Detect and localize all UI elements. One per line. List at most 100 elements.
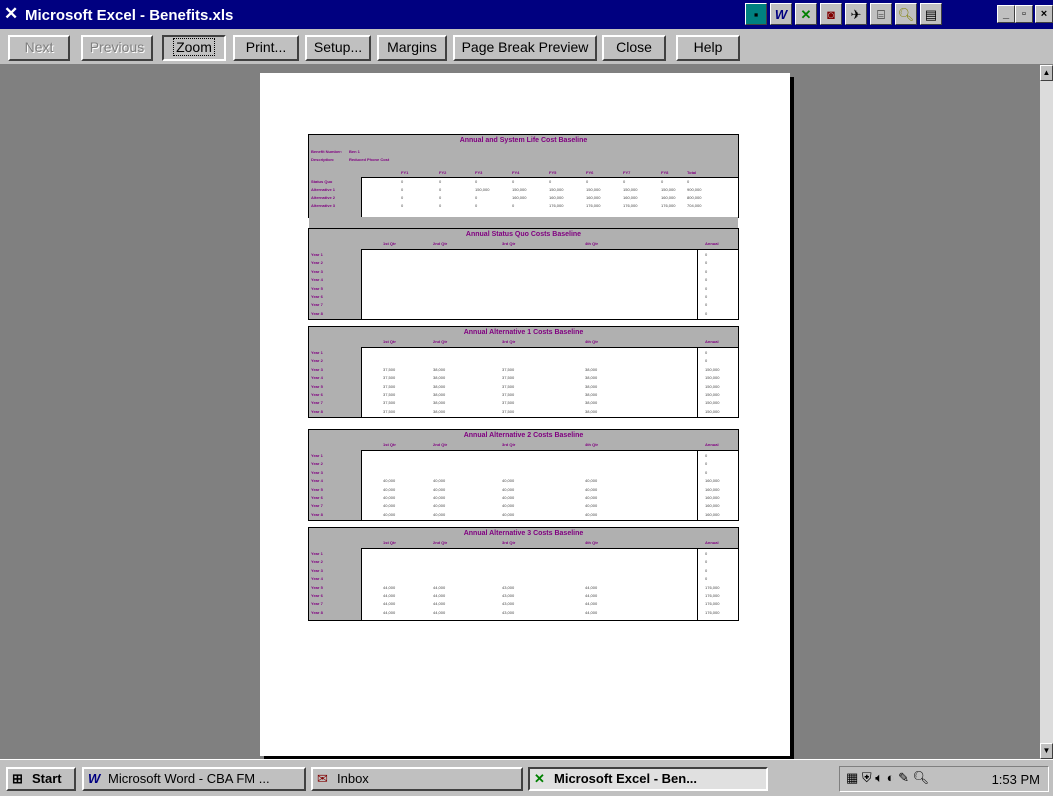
help-label: Help <box>693 39 723 55</box>
next-button[interactable]: Next <box>8 35 70 61</box>
year-label: Year 7 <box>311 601 323 607</box>
margins-label: Margins <box>387 39 437 55</box>
powerpoint-icon[interactable]: ◙ <box>820 3 842 25</box>
task-inbox[interactable]: ✉ Inbox <box>311 767 523 791</box>
benefit-number-value: Ben 1 <box>349 149 360 154</box>
word-icon[interactable]: W <box>770 3 792 25</box>
cost-cell: 37,500 <box>502 408 515 414</box>
zoom-button[interactable]: Zoom <box>162 35 226 61</box>
scroll-down-arrow-icon[interactable]: ▼ <box>1040 743 1053 759</box>
cost-cell: 40,000 <box>383 495 396 500</box>
summary-cell: 150,000 <box>586 187 601 192</box>
page-break-preview-label: Page Break Preview <box>461 39 589 55</box>
year-label: Year 4 <box>311 277 323 283</box>
summary-row-label: Alternative 2 <box>311 195 336 200</box>
margins-button[interactable]: Margins <box>377 35 447 61</box>
cost-cell: 43,000 <box>502 601 515 607</box>
quarter-header: 2nd Qtr <box>433 442 448 447</box>
scroll-up-arrow-icon[interactable]: ▲ <box>1040 65 1053 81</box>
year-label: Year 8 <box>311 310 323 316</box>
task-word[interactable]: W Microsoft Word - CBA FM ... <box>82 767 306 791</box>
summary-cell: 0 <box>401 179 404 184</box>
summary-cell: 0 <box>439 187 442 192</box>
close-window-button[interactable]: × <box>1035 5 1053 23</box>
cost-cell: 38,000 <box>433 400 446 406</box>
cost-cell: 38,000 <box>433 408 446 414</box>
previous-button[interactable]: Previous <box>81 35 153 61</box>
cost-cell: 40,000 <box>502 486 515 492</box>
cost-cell: 0 <box>705 461 708 467</box>
year-label: Year 3 <box>311 268 323 274</box>
cost-cell: 0 <box>705 310 708 316</box>
restore-button[interactable]: ▫ <box>1015 5 1033 23</box>
window-title: Microsoft Excel - Benefits.xls <box>25 7 234 24</box>
cost-cell: 0 <box>705 350 708 355</box>
summary-cell: 160,000 <box>549 195 564 200</box>
bookshelf-icon[interactable]: ▤ <box>920 3 942 25</box>
year-label: Year 5 <box>311 584 323 590</box>
minimize-button[interactable]: _ <box>997 5 1015 23</box>
cost-cell: 150,000 <box>705 366 720 372</box>
cost-cell: 0 <box>705 302 708 308</box>
cost-cell: 40,000 <box>433 478 446 484</box>
preview-page[interactable]: Annual and System Life Cost Baseline Bene… <box>260 73 790 756</box>
cost-cell: 40,000 <box>383 486 396 492</box>
find-icon[interactable]: 🔍︎ <box>895 3 917 25</box>
cost-cell: 40,000 <box>433 486 446 492</box>
cost-section: Annual Status Quo Costs Baseline 1st Qtr 2… <box>308 228 739 320</box>
summary-cell: 160,000 <box>661 195 676 200</box>
cost-cell: 44,000 <box>433 609 446 615</box>
cost-cell: 0 <box>705 277 708 283</box>
summary-row-label: Status Quo <box>311 179 333 184</box>
cost-cell: 38,000 <box>585 392 598 397</box>
summary-cell: 0 <box>475 195 478 200</box>
cost-cell: 40,000 <box>433 495 446 500</box>
setup-button[interactable]: Setup... <box>305 35 371 61</box>
cost-section: Annual Alternative 3 Costs Baseline 1st Q… <box>308 527 739 621</box>
access-icon[interactable]: ⌸ <box>870 3 892 25</box>
year-label: Year 8 <box>311 511 323 517</box>
help-button[interactable]: Help <box>676 35 740 61</box>
cost-cell: 150,000 <box>705 392 720 397</box>
year-label: Year 3 <box>311 469 323 475</box>
cost-cell: 44,000 <box>585 601 598 607</box>
cost-cell: 37,500 <box>502 366 515 372</box>
tray-icons[interactable]: ▦ ⛨ 🔈︎ ◐ ✎ 🔍︎ <box>846 770 929 786</box>
cost-cell: 38,000 <box>585 408 598 414</box>
task-excel[interactable]: ✕ Microsoft Excel - Ben... <box>528 767 768 791</box>
page-break-preview-button[interactable]: Page Break Preview <box>453 35 597 61</box>
cost-cell: 40,000 <box>383 478 396 484</box>
year-label: Year 4 <box>311 375 323 381</box>
vertical-scrollbar[interactable]: ▲ ▼ <box>1040 65 1053 759</box>
quarter-header: 2nd Qtr <box>433 241 448 246</box>
cost-cell: 150,000 <box>705 408 720 414</box>
excel-icon[interactable]: ✕ <box>795 3 817 25</box>
cost-cell: 38,000 <box>585 383 598 389</box>
cost-cell: 44,000 <box>585 584 598 590</box>
excel-app-icon[interactable]: ✕ <box>4 5 22 22</box>
close-preview-button[interactable]: Close <box>602 35 666 61</box>
summary-cell: 176,000 <box>549 203 564 208</box>
year-label: Year 1 <box>311 252 323 257</box>
summary-cell: 0 <box>512 179 515 184</box>
cost-cell: 37,500 <box>502 383 515 389</box>
description-label: Description: <box>311 157 335 162</box>
setup-label: Setup... <box>313 39 363 55</box>
print-button[interactable]: Print... <box>233 35 299 61</box>
year-label: Year 6 <box>311 392 323 397</box>
summary-column-header: FY6 <box>586 170 594 175</box>
office-shortcut-icon[interactable]: ▪ <box>745 3 767 25</box>
summary-cell: 0 <box>549 179 552 184</box>
summary-cell: 176,000 <box>586 203 601 208</box>
start-button[interactable]: ⊞ Start <box>6 767 76 791</box>
year-label: Year 5 <box>311 486 323 492</box>
outlook-icon[interactable]: ✈ <box>845 3 867 25</box>
year-label: Year 5 <box>311 285 323 291</box>
cost-cell: 40,000 <box>585 478 598 484</box>
cost-cell: 37,500 <box>383 408 396 414</box>
quarter-header: 4th Qtr <box>585 540 599 545</box>
year-label: Year 1 <box>311 453 323 458</box>
cost-cell: 160,000 <box>705 511 720 517</box>
summary-cell: 0 <box>687 179 690 184</box>
cost-cell: 40,000 <box>585 511 598 517</box>
